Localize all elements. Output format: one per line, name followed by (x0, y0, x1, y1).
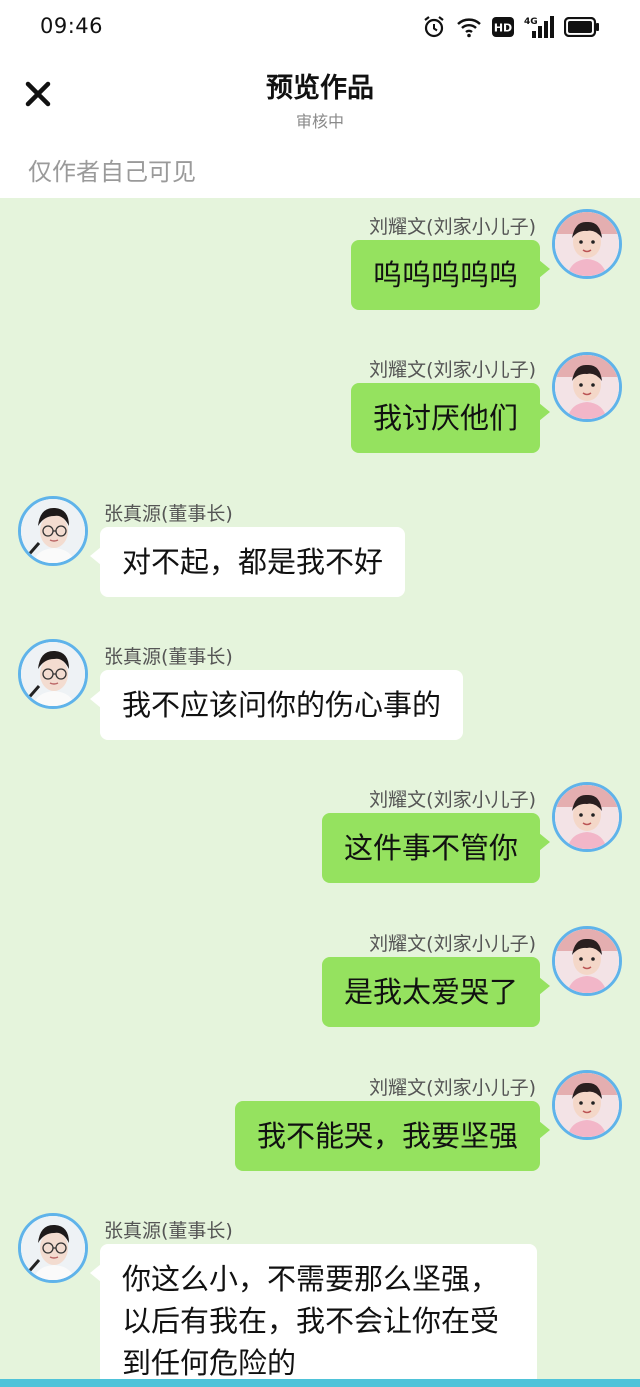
bottom-bar (0, 1379, 640, 1387)
sender-name: 刘耀文(刘家小儿子) (369, 789, 536, 811)
status-time: 09:46 (40, 14, 104, 38)
message-bubble[interactable]: 我不应该问你的伤心事的 (89, 670, 464, 740)
message-bubble[interactable]: 我讨厌他们 (350, 383, 551, 453)
avatar-zhang[interactable] (18, 496, 88, 566)
avatar-liu[interactable] (552, 1070, 622, 1140)
message-bubble[interactable]: 这件事不管你 (321, 813, 551, 883)
sender-name: 刘耀文(刘家小儿子) (369, 216, 536, 238)
alarm-icon (422, 15, 446, 43)
avatar-liu[interactable] (552, 209, 622, 279)
avatar-liu[interactable] (552, 926, 622, 996)
svg-text:4G: 4G (524, 17, 538, 27)
message-bubble[interactable]: 对不起，都是我不好 (89, 527, 406, 597)
avatar-zhang[interactable] (18, 639, 88, 709)
header: 预览作品 审核中 (0, 58, 640, 140)
sender-name: 刘耀文(刘家小儿子) (369, 1077, 536, 1099)
message-bubble[interactable]: 呜呜呜呜呜 (350, 240, 551, 310)
message-bubble[interactable]: 你这么小，不需要那么坚强，以后有我在，我不会让你在受到任何危险的 (90, 1244, 537, 1387)
sender-name: 刘耀文(刘家小儿子) (369, 933, 536, 955)
status-bar: 09:46 HD 4G (0, 0, 640, 58)
battery-icon (563, 16, 600, 41)
message-bubble[interactable]: 是我太爱哭了 (321, 957, 551, 1027)
chat-area[interactable]: 刘耀文(刘家小儿子) 呜呜呜呜呜 刘耀文(刘家小儿子) 我讨厌他们 张真源(董事… (0, 198, 640, 1387)
hd-icon: HD (492, 17, 514, 41)
page-title: 预览作品 (266, 73, 374, 104)
status-icons: HD 4G (422, 16, 600, 42)
avatar-liu[interactable] (552, 782, 622, 852)
avatar-liu[interactable] (552, 352, 622, 422)
avatar-zhang[interactable] (18, 1213, 88, 1283)
wifi-icon (456, 16, 482, 42)
sender-name: 张真源(董事长) (104, 646, 233, 668)
sender-name: 刘耀文(刘家小儿子) (369, 359, 536, 381)
signal-4g-icon: 4G (524, 15, 554, 43)
svg-text:HD: HD (494, 22, 512, 35)
sender-name: 张真源(董事长) (104, 1220, 233, 1242)
visibility-note: 仅作者自己可见 (0, 140, 640, 198)
sender-name: 张真源(董事长) (104, 503, 233, 525)
message-bubble[interactable]: 我不能哭，我要坚强 (234, 1101, 551, 1171)
review-status: 审核中 (295, 112, 344, 131)
